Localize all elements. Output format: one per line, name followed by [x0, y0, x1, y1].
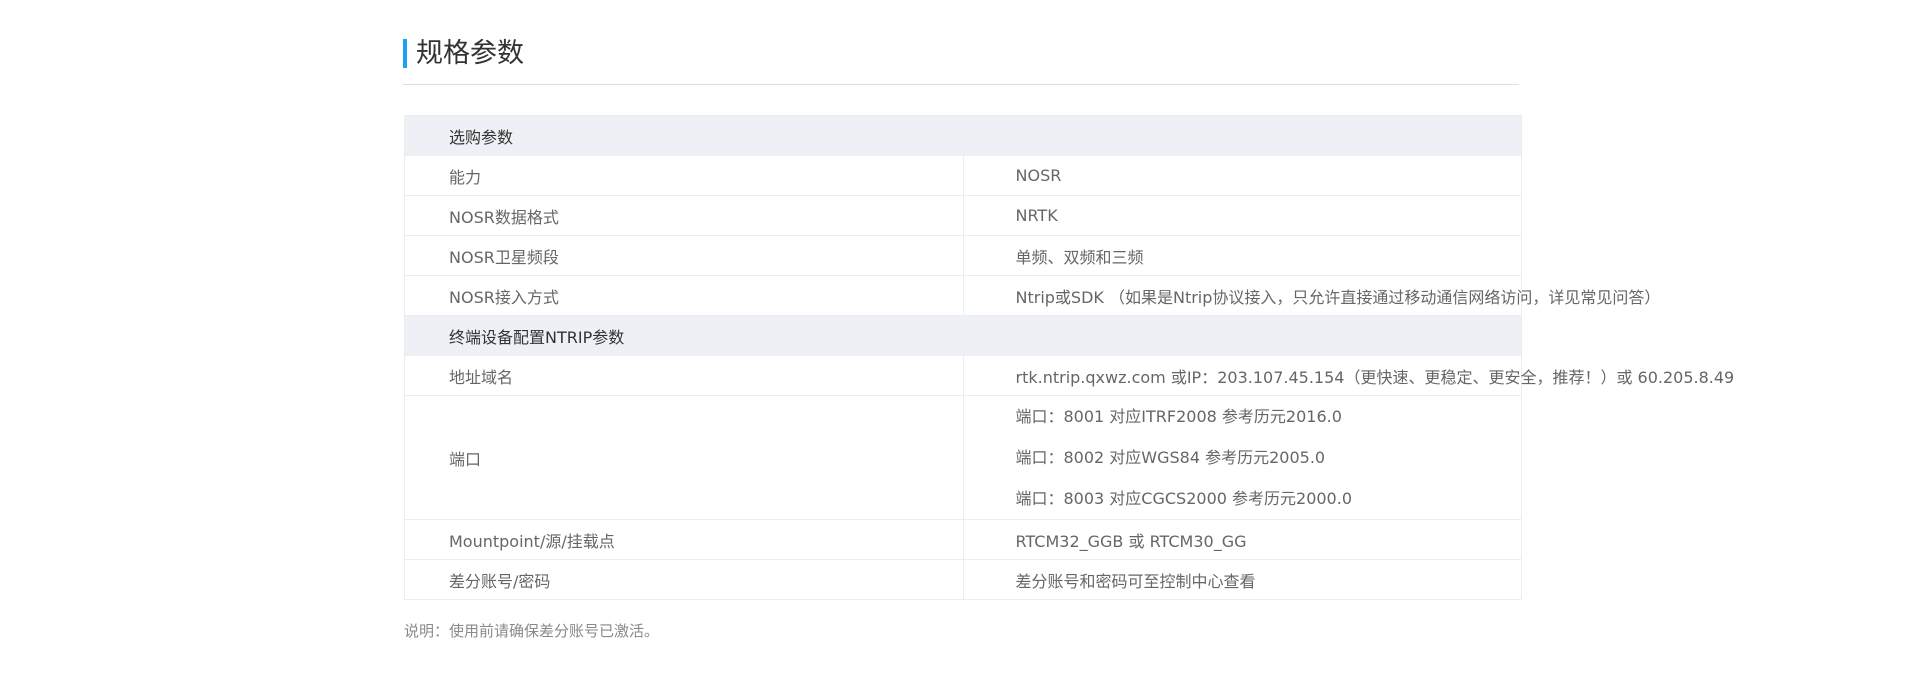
- port-line: 端口：8002 对应WGS84 参考历元2005.0: [1015, 448, 1326, 467]
- group-heading: 选购参数: [404, 115, 1522, 156]
- row-label: Mountpoint/源/挂载点: [404, 519, 964, 560]
- port-list: 端口：8001 对应ITRF2008 参考历元2016.0 端口：8002 对应…: [962, 395, 1522, 520]
- row-label: 端口: [404, 395, 964, 520]
- row-label: NOSR数据格式: [404, 195, 964, 236]
- table-row: 差分账号/密码 差分账号和密码可至控制中心查看: [404, 559, 1522, 600]
- group-heading: 终端设备配置NTRIP参数: [404, 315, 1522, 356]
- table-row: NOSR数据格式 NRTK: [404, 195, 1522, 236]
- table-row: 能力 NOSR: [404, 155, 1522, 196]
- section-title: 规格参数: [416, 38, 524, 69]
- table-row: NOSR接入方式 Ntrip或SDK （如果是Ntrip协议接入，只允许直接通过…: [404, 275, 1660, 316]
- footnote: 说明：使用前请确保差分账号已激活。: [404, 622, 660, 640]
- table-row-ports: 端口 端口：8001 对应ITRF2008 参考历元2016.0 端口：8002…: [404, 395, 1522, 520]
- row-label: 地址域名: [404, 355, 964, 396]
- row-value: 差分账号和密码可至控制中心查看: [962, 559, 1522, 600]
- row-label: NOSR接入方式: [404, 275, 964, 316]
- spec-page: 规格参数 选购参数 能力 NOSR NOSR数据格式 NRTK NOSR卫星频段…: [0, 0, 1920, 678]
- port-line: 端口：8003 对应CGCS2000 参考历元2000.0: [1015, 489, 1353, 508]
- title-accent-bar: [403, 39, 407, 68]
- row-value: Ntrip或SDK （如果是Ntrip协议接入，只允许直接通过移动通信网络访问，…: [962, 275, 1660, 316]
- row-label: NOSR卫星频段: [404, 235, 964, 276]
- row-label: 能力: [404, 155, 964, 196]
- spec-table: 选购参数 能力 NOSR NOSR数据格式 NRTK NOSR卫星频段 单频、双…: [404, 115, 1734, 600]
- row-value: rtk.ntrip.qxwz.com 或IP：203.107.45.154（更快…: [962, 355, 1734, 396]
- group-row-purchase: 选购参数: [404, 115, 1522, 156]
- group-row-ntrip: 终端设备配置NTRIP参数: [404, 315, 1522, 356]
- table-row: 地址域名 rtk.ntrip.qxwz.com 或IP：203.107.45.1…: [404, 355, 1734, 396]
- row-label: 差分账号/密码: [404, 559, 964, 600]
- row-value: RTCM32_GGB 或 RTCM30_GG: [962, 519, 1522, 560]
- row-value: NOSR: [962, 155, 1522, 196]
- port-line: 端口：8001 对应ITRF2008 参考历元2016.0: [1015, 407, 1342, 426]
- row-value: NRTK: [962, 195, 1522, 236]
- table-row: Mountpoint/源/挂载点 RTCM32_GGB 或 RTCM30_GG: [404, 519, 1522, 560]
- section-header: 规格参数: [403, 36, 1519, 85]
- table-row: NOSR卫星频段 单频、双频和三频: [404, 235, 1522, 276]
- row-value: 单频、双频和三频: [962, 235, 1522, 276]
